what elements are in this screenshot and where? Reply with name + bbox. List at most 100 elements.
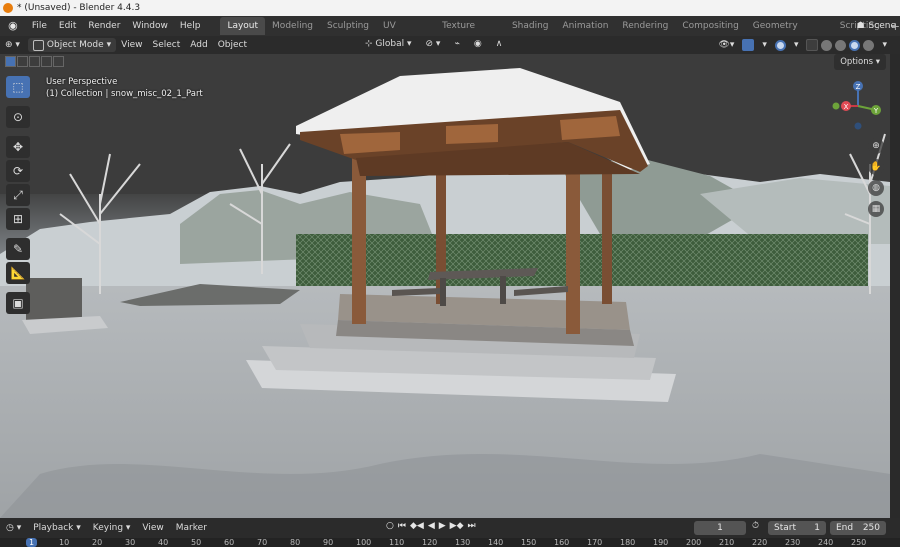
menu-render[interactable]: Render <box>82 17 126 35</box>
scene-selector[interactable]: ☗ Scene <box>856 16 900 36</box>
ruler-tick[interactable]: 10 <box>59 538 69 547</box>
navigation-gizmo[interactable]: Z Y X <box>832 78 884 130</box>
proportional-edit-button[interactable]: ◉ <box>469 37 487 51</box>
editor-type-button[interactable]: ⊕ ▾ <box>0 38 25 52</box>
shading-solid-icon[interactable] <box>835 39 847 51</box>
ruler-tick[interactable]: 40 <box>158 538 168 547</box>
tab-animation[interactable]: Animation <box>556 17 616 35</box>
ruler-tick[interactable]: 220 <box>752 538 767 547</box>
ruler-tick[interactable]: 50 <box>191 538 201 547</box>
options-button[interactable]: Options ▾ <box>834 54 886 70</box>
ruler-tick[interactable]: 30 <box>125 538 135 547</box>
tab-layout[interactable]: Layout <box>220 17 266 35</box>
menu-keying[interactable]: Keying ▾ <box>87 523 137 533</box>
ruler-tick[interactable]: 250 <box>851 538 866 547</box>
gizmo-dropdown[interactable]: ▾ <box>757 38 772 52</box>
select-invert-icon[interactable] <box>41 56 52 67</box>
tab-texture-paint[interactable]: Texture Paint <box>435 17 505 49</box>
tab-geometry-nodes[interactable]: Geometry Nodes <box>746 17 833 49</box>
object-mode-dropdown[interactable]: Object Mode ▾ <box>27 38 117 52</box>
gizmo-toggle-icon[interactable] <box>742 39 755 51</box>
current-frame-field[interactable]: 1 <box>694 521 746 535</box>
transform-icon[interactable]: ⊞ <box>6 208 30 230</box>
ruler-tick-current[interactable]: 1 <box>26 538 38 547</box>
jump-keyframe-back-icon[interactable]: ◆◀ <box>410 521 424 531</box>
menu-timeline-view[interactable]: View <box>136 523 169 533</box>
select-subtract-icon[interactable] <box>29 56 40 67</box>
annotate-icon[interactable]: ✎ <box>6 238 30 260</box>
ruler-tick[interactable]: 100 <box>356 538 371 547</box>
falloff-button[interactable]: ∧ <box>491 37 508 51</box>
select-new-icon[interactable] <box>5 56 16 67</box>
ruler-tick[interactable]: 160 <box>554 538 569 547</box>
xray-toggle-icon[interactable] <box>806 39 819 51</box>
tab-shading[interactable]: Shading <box>505 17 556 35</box>
auto-keying-icon[interactable]: ○ <box>386 521 394 531</box>
shading-material-icon[interactable] <box>849 39 861 51</box>
play-reverse-icon[interactable]: ◀ <box>428 521 435 531</box>
end-frame-field[interactable]: End 250 <box>830 521 886 535</box>
3d-viewport[interactable]: Options ▾ User Perspective (1) Collectio… <box>0 54 890 518</box>
ruler-tick[interactable]: 150 <box>521 538 536 547</box>
menu-edit[interactable]: Edit <box>53 17 82 35</box>
select-extend-icon[interactable] <box>17 56 28 67</box>
visibility-icon[interactable]: 👁▾ <box>713 38 739 52</box>
ruler-tick[interactable]: 80 <box>290 538 300 547</box>
ruler-tick[interactable]: 130 <box>455 538 470 547</box>
ruler-tick[interactable]: 20 <box>92 538 102 547</box>
tab-modeling[interactable]: Modeling <box>265 17 320 35</box>
cursor-icon[interactable]: ⊙ <box>6 106 30 128</box>
ruler-tick[interactable]: 190 <box>653 538 668 547</box>
jump-end-icon[interactable]: ⏭ <box>468 521 476 531</box>
gizmo-neg-y-icon[interactable] <box>832 102 840 110</box>
start-frame-field[interactable]: Start 1 <box>768 521 826 535</box>
ruler-tick[interactable]: 120 <box>422 538 437 547</box>
ruler-tick[interactable]: 230 <box>785 538 800 547</box>
menu-object[interactable]: Object <box>213 38 252 52</box>
tab-rendering[interactable]: Rendering <box>615 17 675 35</box>
perspective-toggle-icon[interactable]: ▦ <box>868 201 884 217</box>
transform-orientation-dropdown[interactable]: ⊹ Global ▾ <box>360 37 417 51</box>
overlay-toggle-icon[interactable] <box>774 39 786 51</box>
tab-sculpting[interactable]: Sculpting <box>320 17 376 35</box>
play-icon[interactable]: ▶ <box>439 521 446 531</box>
camera-view-icon[interactable]: ◍ <box>868 180 884 196</box>
shading-rendered-icon[interactable] <box>863 39 875 51</box>
ruler-tick[interactable]: 210 <box>719 538 734 547</box>
shading-wireframe-icon[interactable] <box>821 39 833 51</box>
ruler-tick[interactable]: 180 <box>620 538 635 547</box>
ruler-tick[interactable]: 140 <box>488 538 503 547</box>
zoom-icon[interactable]: ⊕ <box>868 138 884 154</box>
menu-view[interactable]: View <box>116 38 147 52</box>
add-cube-icon[interactable]: ▣ <box>6 292 30 314</box>
rotate-icon[interactable]: ⟳ <box>6 160 30 182</box>
snap-button[interactable]: ⌁ <box>449 37 464 51</box>
ruler-tick[interactable]: 110 <box>389 538 404 547</box>
ruler-tick[interactable]: 170 <box>587 538 602 547</box>
select-intersect-icon[interactable] <box>53 56 64 67</box>
timeline-editor-icon[interactable]: ◷ ▾ <box>0 523 27 533</box>
menu-window[interactable]: Window <box>126 17 174 35</box>
tab-uv-editing[interactable]: UV Editing <box>376 17 435 49</box>
overlay-dropdown[interactable]: ▾ <box>789 38 804 52</box>
jump-start-icon[interactable]: ⏮ <box>398 521 406 531</box>
jump-keyframe-forward-icon[interactable]: ▶◆ <box>450 521 464 531</box>
menu-add[interactable]: Add <box>185 38 212 52</box>
ruler-tick[interactable]: 70 <box>257 538 267 547</box>
shading-dropdown[interactable]: ▾ <box>877 38 892 52</box>
sidebar-edge[interactable] <box>890 54 900 518</box>
pan-hand-icon[interactable]: ✋ <box>868 159 884 175</box>
ruler-tick[interactable]: 90 <box>323 538 333 547</box>
tab-compositing[interactable]: Compositing <box>675 17 745 35</box>
menu-playback[interactable]: Playback ▾ <box>27 523 87 533</box>
stopwatch-icon[interactable]: ⏱ <box>752 521 759 531</box>
menu-select[interactable]: Select <box>148 38 186 52</box>
measure-icon[interactable]: 📐 <box>6 262 30 284</box>
blender-menu-icon[interactable]: ◉ <box>6 19 20 33</box>
move-icon[interactable]: ✥ <box>6 136 30 158</box>
scale-icon[interactable]: ⤢ <box>6 184 30 206</box>
menu-marker[interactable]: Marker <box>170 523 213 533</box>
gizmo-neg-z-icon[interactable] <box>854 122 862 130</box>
menu-file[interactable]: File <box>26 17 53 35</box>
menu-help[interactable]: Help <box>174 17 207 35</box>
